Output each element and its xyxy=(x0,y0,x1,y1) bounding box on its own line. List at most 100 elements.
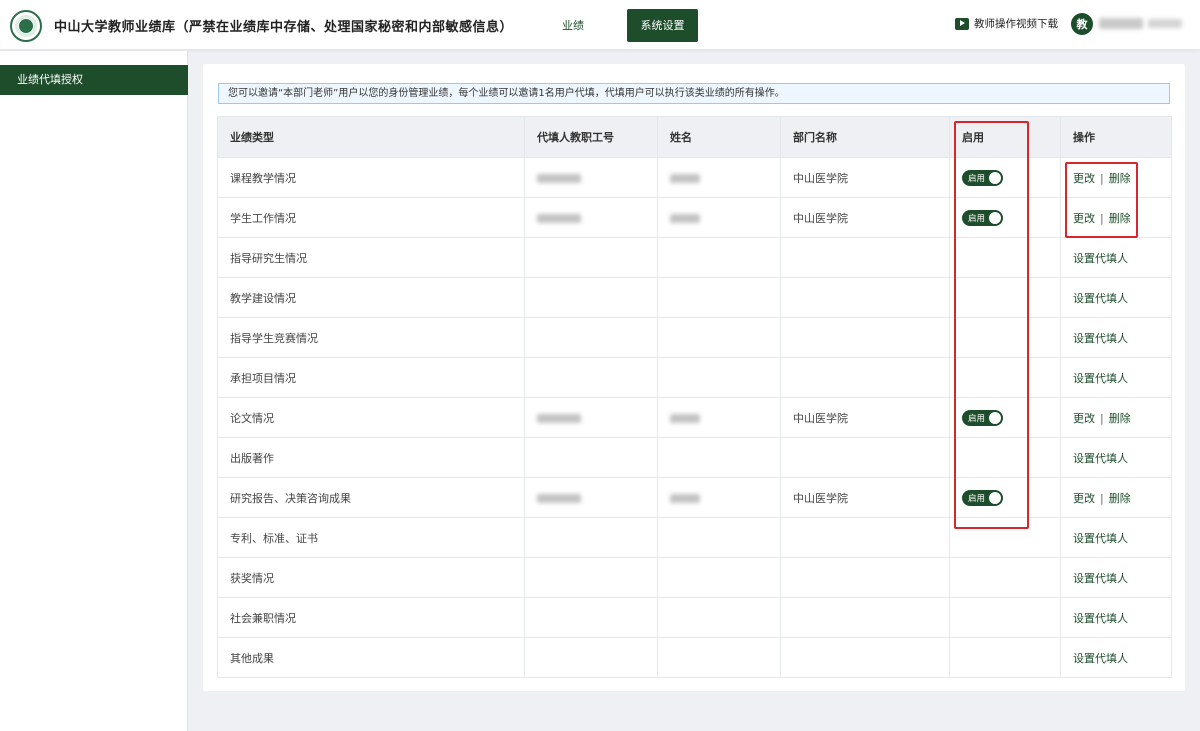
cell-enabled xyxy=(949,437,1061,478)
enable-toggle[interactable]: 启用 xyxy=(962,489,1003,506)
delete-link[interactable]: 删除 xyxy=(1109,492,1131,505)
cell-department: 中山医学院 xyxy=(780,197,950,238)
table-row: 获奖情况 设置代填人 xyxy=(217,557,1172,598)
cell-enabled xyxy=(949,357,1061,398)
set-proxy-link[interactable]: 设置代填人 xyxy=(1073,372,1128,385)
cell-staff-id xyxy=(524,357,658,398)
cell-type: 社会兼职情况 xyxy=(217,597,525,638)
table-row: 出版著作 设置代填人 xyxy=(217,437,1172,478)
table-row: 其他成果 设置代填人 xyxy=(217,637,1172,678)
cell-actions: 设置代填人 xyxy=(1060,517,1172,558)
edit-link[interactable]: 更改 xyxy=(1073,212,1095,225)
sidebar: 业绩代填授权 xyxy=(0,51,188,731)
cell-enabled xyxy=(949,517,1061,558)
column-header-actions: 操作 xyxy=(1060,116,1172,158)
edit-link[interactable]: 更改 xyxy=(1073,412,1095,425)
cell-enabled: 启用 xyxy=(949,157,1061,198)
cell-name xyxy=(657,357,781,398)
set-proxy-link[interactable]: 设置代填人 xyxy=(1073,612,1128,625)
enable-toggle[interactable]: 启用 xyxy=(962,209,1003,226)
avatar[interactable]: 教 xyxy=(1071,13,1093,35)
toggle-knob xyxy=(989,211,1001,224)
action-separator: | xyxy=(1100,211,1104,225)
cell-enabled xyxy=(949,637,1061,678)
cell-actions: 设置代填人 xyxy=(1060,317,1172,358)
enable-toggle[interactable]: 启用 xyxy=(962,169,1003,186)
cell-department xyxy=(780,517,950,558)
cell-type: 指导研究生情况 xyxy=(217,237,525,278)
cell-type: 指导学生竞赛情况 xyxy=(217,317,525,358)
cell-department: 中山医学院 xyxy=(780,157,950,198)
cell-type: 课程教学情况 xyxy=(217,157,525,198)
staff-id-redacted xyxy=(537,173,581,183)
set-proxy-link[interactable]: 设置代填人 xyxy=(1073,652,1128,665)
toggle-knob xyxy=(989,411,1001,424)
cell-enabled xyxy=(949,557,1061,598)
cell-name xyxy=(657,277,781,318)
user-id-redacted xyxy=(1148,19,1182,28)
cell-type: 教学建设情况 xyxy=(217,277,525,318)
cell-type: 论文情况 xyxy=(217,397,525,438)
toggle-knob xyxy=(989,491,1001,504)
cell-department xyxy=(780,597,950,638)
edit-link[interactable]: 更改 xyxy=(1073,172,1095,185)
set-proxy-link[interactable]: 设置代填人 xyxy=(1073,452,1128,465)
cell-enabled: 启用 xyxy=(949,477,1061,518)
cell-type: 专利、标准、证书 xyxy=(217,517,525,558)
set-proxy-link[interactable]: 设置代填人 xyxy=(1073,532,1128,545)
table-header-row: 业绩类型 代填人教职工号 姓名 部门名称 启用 操作 xyxy=(217,116,1172,158)
table-row: 学生工作情况 中山医学院 启用 更改 | 删除 xyxy=(217,197,1172,238)
info-notice: 您可以邀请“本部门老师”用户以您的身份管理业绩，每个业绩可以邀请1名用户代填，代… xyxy=(218,83,1170,104)
cell-actions: 更改 | 删除 xyxy=(1060,157,1172,198)
main-content-card: 您可以邀请“本部门老师”用户以您的身份管理业绩，每个业绩可以邀请1名用户代填，代… xyxy=(203,64,1185,691)
cell-department xyxy=(780,437,950,478)
cell-department xyxy=(780,557,950,598)
cell-staff-id xyxy=(524,597,658,638)
cell-enabled: 启用 xyxy=(949,397,1061,438)
cell-staff-id xyxy=(524,157,658,198)
set-proxy-link[interactable]: 设置代填人 xyxy=(1073,332,1128,345)
table-row: 论文情况 中山医学院 启用 更改 | 删除 xyxy=(217,397,1172,438)
toggle-label: 启用 xyxy=(968,213,986,224)
cell-department: 中山医学院 xyxy=(780,397,950,438)
cell-actions: 设置代填人 xyxy=(1060,237,1172,278)
table-row: 专利、标准、证书 设置代填人 xyxy=(217,517,1172,558)
cell-name xyxy=(657,637,781,678)
set-proxy-link[interactable]: 设置代填人 xyxy=(1073,292,1128,305)
sidebar-item-proxy-authorization[interactable]: 业绩代填授权 xyxy=(0,65,188,95)
toggle-label: 启用 xyxy=(968,413,986,424)
delete-link[interactable]: 删除 xyxy=(1109,412,1131,425)
edit-link[interactable]: 更改 xyxy=(1073,492,1095,505)
cell-name xyxy=(657,397,781,438)
toggle-knob xyxy=(989,171,1001,184)
cell-enabled xyxy=(949,277,1061,318)
cell-staff-id xyxy=(524,317,658,358)
cell-actions: 更改 | 删除 xyxy=(1060,397,1172,438)
cell-department xyxy=(780,637,950,678)
delete-link[interactable]: 删除 xyxy=(1109,172,1131,185)
name-redacted xyxy=(670,173,700,183)
name-redacted xyxy=(670,493,700,503)
table-row: 教学建设情况 设置代填人 xyxy=(217,277,1172,318)
set-proxy-link[interactable]: 设置代填人 xyxy=(1073,572,1128,585)
cell-actions: 设置代填人 xyxy=(1060,557,1172,598)
table-row: 承担项目情况 设置代填人 xyxy=(217,357,1172,398)
cell-actions: 更改 | 删除 xyxy=(1060,477,1172,518)
video-download-label: 教师操作视频下载 xyxy=(974,18,1058,30)
cell-name xyxy=(657,597,781,638)
nav-system-settings[interactable]: 系统设置 xyxy=(627,9,698,42)
table-row: 研究报告、决策咨询成果 中山医学院 启用 更改 | 删除 xyxy=(217,477,1172,518)
cell-department: 中山医学院 xyxy=(780,477,950,518)
video-download-link[interactable]: 教师操作视频下载 xyxy=(955,16,1058,31)
cell-name xyxy=(657,237,781,278)
table-row: 指导学生竞赛情况 设置代填人 xyxy=(217,317,1172,358)
enable-toggle[interactable]: 启用 xyxy=(962,409,1003,426)
set-proxy-link[interactable]: 设置代填人 xyxy=(1073,252,1128,265)
cell-department xyxy=(780,237,950,278)
nav-performance[interactable]: 业绩 xyxy=(555,9,591,42)
site-title: 中山大学教师业绩库（严禁在业绩库中存储、处理国家秘密和内部敏感信息） xyxy=(54,20,514,35)
cell-staff-id xyxy=(524,237,658,278)
column-header-staff-id: 代填人教职工号 xyxy=(524,116,658,158)
cell-type: 获奖情况 xyxy=(217,557,525,598)
delete-link[interactable]: 删除 xyxy=(1109,212,1131,225)
